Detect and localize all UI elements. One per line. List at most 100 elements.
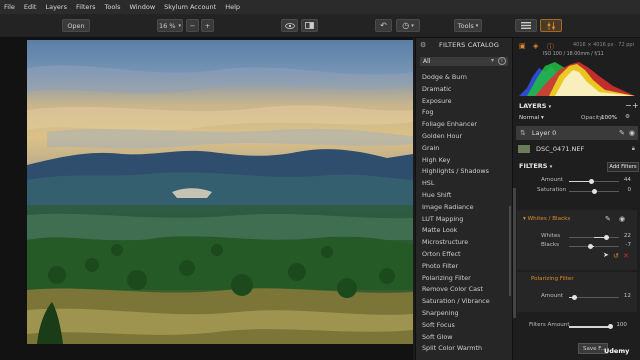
filter-item[interactable]: Fog <box>416 107 512 119</box>
add-filters-button[interactable]: Add Filters <box>607 162 639 172</box>
eye-icon[interactable]: ◉ <box>629 129 635 137</box>
canvas-area[interactable] <box>0 38 413 360</box>
image-dimensions: 4016 × 4016 px · 72 ppi <box>573 42 634 48</box>
filters-scrollbar[interactable] <box>513 188 516 318</box>
brush-icon[interactable]: ✎ <box>619 129 625 137</box>
filter-item[interactable]: Photo Filter <box>416 261 512 273</box>
panels-icon <box>521 22 531 29</box>
remove-layer-icon[interactable]: − <box>625 101 632 110</box>
filter-item[interactable]: Image Radiance <box>416 202 512 214</box>
saturation-slider-knob[interactable] <box>592 189 597 194</box>
blacks-slider[interactable] <box>569 246 619 247</box>
filter-item[interactable]: Grain <box>416 143 512 155</box>
info-icon[interactable]: ⓘ <box>547 42 556 51</box>
filter-item[interactable]: Golden Hour <box>416 131 512 143</box>
layer-row-image[interactable]: DSC_0471.NEF 🔒︎ <box>516 142 638 156</box>
reset-icon[interactable]: ↺ <box>613 252 619 260</box>
catalog-scrollbar[interactable] <box>509 206 511 296</box>
amount-slider-fill <box>569 181 591 182</box>
filter-item[interactable]: Saturation / Vibrance <box>416 296 512 308</box>
eye-icon[interactable]: ◉ <box>619 215 625 223</box>
preview-eye-button[interactable] <box>281 19 298 32</box>
gear-icon[interactable]: ⚙ <box>420 41 429 50</box>
opacity-value[interactable]: 100% <box>601 115 617 121</box>
zoom-in-button[interactable]: + <box>201 19 214 32</box>
amount-slider-knob[interactable] <box>589 179 594 184</box>
whites-label: Whites <box>541 233 561 239</box>
whites-slider-knob[interactable] <box>604 235 609 240</box>
blacks-value: -7 <box>625 242 631 248</box>
filter-item[interactable]: Orton Effect <box>416 249 512 261</box>
blacks-slider-knob[interactable] <box>588 244 593 249</box>
catalog-title: FILTERS CATALOG <box>439 41 500 49</box>
layer-link-icon: ⇅ <box>520 129 526 137</box>
brush-icon[interactable]: ✎ <box>605 215 611 223</box>
filter-item[interactable]: Exposure <box>416 96 512 108</box>
image-icon[interactable]: ▣ <box>519 42 528 51</box>
chevron-down-icon: ▾ <box>523 216 526 222</box>
history-button[interactable]: ◷ ▾ <box>396 19 420 32</box>
panels-toggle-button[interactable] <box>515 19 537 32</box>
layer-row-layer0[interactable]: ⇅ Layer 0 ✎ ◉ <box>516 126 638 140</box>
blend-mode-select[interactable]: Normal ▾ <box>519 115 544 121</box>
filters-amount-label: Filters Amount <box>529 322 570 328</box>
menu-tools[interactable]: Tools <box>104 3 120 11</box>
chevron-down-icon: ▾ <box>475 22 479 29</box>
menu-edit[interactable]: Edit <box>24 3 37 11</box>
filter-item[interactable]: Remove Color Cast <box>416 284 512 296</box>
filter-group-select[interactable]: All ▾ i <box>420 57 508 66</box>
filters-sliders-button[interactable] <box>540 19 562 32</box>
saturation-label: Saturation <box>537 187 567 193</box>
filter-item[interactable]: HSL <box>416 178 512 190</box>
filter-item[interactable]: Highlights / Shadows <box>416 166 512 178</box>
undo-button[interactable]: ↶ <box>375 19 392 32</box>
filter-item[interactable]: Soft Glow <box>416 332 512 344</box>
filter-item[interactable]: Hue Shift <box>416 190 512 202</box>
chevron-down-icon: ▾ <box>178 22 182 29</box>
blend-mode-value: Normal <box>519 115 540 121</box>
lock-icon: 🔒︎ <box>631 145 635 152</box>
filter-item[interactable]: Polarizing Filter <box>416 273 512 285</box>
filter-item[interactable]: Split Color Warmth <box>416 343 512 355</box>
layers-icon[interactable]: ◈ <box>533 42 542 51</box>
filters-title: FILTERS <box>519 162 548 170</box>
polarizing-filter-name[interactable]: Polarizing Filter <box>531 276 574 282</box>
filter-item[interactable]: Matte Look <box>416 225 512 237</box>
tools-dropdown[interactable]: Tools ▾ <box>454 19 482 32</box>
menu-filters[interactable]: Filters <box>76 3 95 11</box>
udemy-watermark: Udemy <box>604 347 630 355</box>
filter-item[interactable]: Dramatic <box>416 84 512 96</box>
chevron-down-icon: ▾ <box>549 164 553 170</box>
menu-window[interactable]: Window <box>130 3 156 11</box>
chevron-down-icon: ▾ <box>490 57 494 64</box>
filter-item[interactable]: Dodge & Burn <box>416 72 512 84</box>
compare-button[interactable] <box>301 19 318 32</box>
menu-help[interactable]: Help <box>225 3 240 11</box>
filter-item[interactable]: Foliage Enhancer <box>416 119 512 131</box>
close-icon[interactable]: ✕ <box>623 252 629 260</box>
toolbar: Open 16 % ▾ − + ↶ ◷ ▾ Tools ▾ <box>0 14 640 38</box>
filters-section-title[interactable]: FILTERS ▾ <box>519 162 552 170</box>
open-button[interactable]: Open <box>62 19 90 32</box>
info-icon[interactable]: i <box>498 57 506 65</box>
filter-item[interactable]: Sharpening <box>416 308 512 320</box>
layers-section-title[interactable]: LAYERS ▾ <box>519 102 551 110</box>
menu-layers[interactable]: Layers <box>45 3 67 11</box>
menu-skylum-account[interactable]: Skylum Account <box>164 3 216 11</box>
filter-group-value: All <box>423 58 431 65</box>
zoom-out-button[interactable]: − <box>186 19 199 32</box>
menu-file[interactable]: File <box>4 3 15 11</box>
filter-item[interactable]: High Key <box>416 155 512 167</box>
polarizing-filter-card: Polarizing Filter Amount 12 <box>517 272 637 312</box>
filter-item[interactable]: Microstructure <box>416 237 512 249</box>
add-layer-icon[interactable]: + <box>632 101 639 110</box>
filters-amount-value: 100 <box>616 322 627 328</box>
filter-item[interactable]: LUT Mapping <box>416 214 512 226</box>
gear-icon[interactable]: ⚙ <box>625 114 630 120</box>
whites-blacks-header[interactable]: ▾ Whites / Blacks <box>523 216 570 222</box>
zoom-dropdown[interactable]: 16 % ▾ <box>157 19 183 32</box>
filter-item[interactable]: Soft Focus <box>416 320 512 332</box>
polarizing-amount-knob[interactable] <box>572 295 577 300</box>
amount-label: Amount <box>541 177 563 183</box>
blacks-label: Blacks <box>541 242 560 248</box>
